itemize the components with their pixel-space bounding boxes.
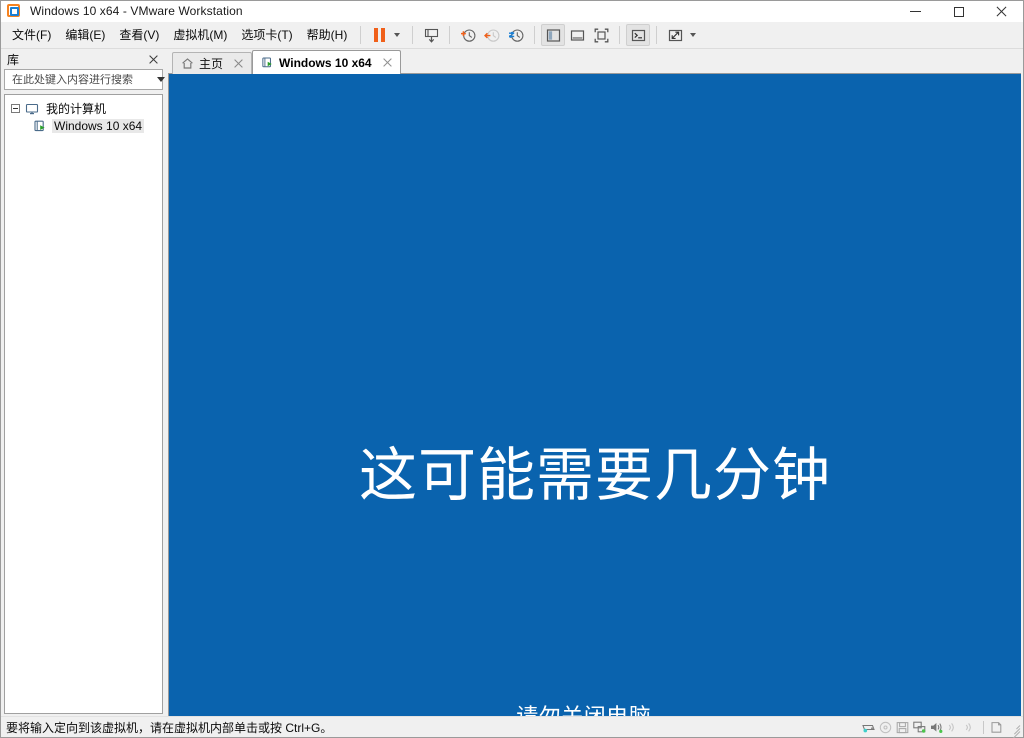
tab-windows-10-x64[interactable]: Windows 10 x64 bbox=[252, 50, 401, 74]
snapshot-revert-icon bbox=[483, 28, 500, 42]
toolbar-separator bbox=[360, 26, 362, 44]
window-title: Windows 10 x64 - VMware Workstation bbox=[30, 4, 243, 18]
usb-device-2-icon[interactable] bbox=[962, 719, 979, 736]
minimize-icon bbox=[910, 11, 921, 12]
vm-settings-icon bbox=[424, 28, 438, 43]
network-adapter-icon[interactable] bbox=[911, 719, 928, 736]
menu-edit[interactable]: 编辑(E) bbox=[58, 25, 112, 45]
toolbar-separator bbox=[534, 26, 536, 44]
tab-strip: 主页 Windows 10 x64 bbox=[168, 49, 1021, 74]
tree-item-my-computer[interactable]: 我的计算机 bbox=[5, 100, 162, 117]
vmware-workstation-window: Windows 10 x64 - VMware Workstation 文件(F… bbox=[0, 0, 1024, 738]
status-separator bbox=[983, 720, 984, 734]
tab-label: Windows 10 x64 bbox=[279, 55, 372, 70]
stretch-dropdown-chevron-down-icon[interactable] bbox=[690, 33, 697, 37]
manage-vm-button[interactable] bbox=[419, 24, 443, 46]
toolbar-separator bbox=[656, 26, 658, 44]
revert-snapshot-button[interactable] bbox=[480, 24, 504, 46]
show-thumbnail-bar-button[interactable] bbox=[565, 24, 589, 46]
title-bar: Windows 10 x64 - VMware Workstation bbox=[1, 1, 1023, 22]
expander-collapse-icon[interactable] bbox=[11, 104, 20, 113]
show-library-button[interactable] bbox=[541, 24, 566, 46]
usb-device-1-icon[interactable] bbox=[945, 719, 962, 736]
sound-card-icon[interactable] bbox=[928, 719, 945, 736]
search-input[interactable] bbox=[8, 73, 154, 86]
oobe-subtext: 请勿关闭电脑。 bbox=[169, 699, 1021, 716]
toolbar-group-view bbox=[541, 24, 613, 46]
stretch-icon bbox=[668, 29, 682, 41]
tab-close-icon[interactable] bbox=[381, 56, 394, 69]
close-button[interactable] bbox=[980, 1, 1023, 22]
toolbar-group-stretch bbox=[663, 24, 702, 46]
toolbar-group-vm-settings bbox=[419, 24, 443, 46]
cd-dvd-icon[interactable] bbox=[877, 719, 894, 736]
library-panel-icon bbox=[546, 28, 560, 42]
hard-disk-icon[interactable] bbox=[860, 719, 877, 736]
toolbar-separator bbox=[449, 26, 451, 44]
vm-running-icon bbox=[33, 119, 47, 133]
library-title: 库 bbox=[7, 52, 20, 67]
console-view-button[interactable] bbox=[626, 24, 651, 46]
home-icon bbox=[182, 58, 193, 69]
suspend-button[interactable] bbox=[367, 24, 391, 46]
monitor-icon bbox=[25, 102, 39, 116]
library-sidebar: 库 在此处键入内容进行搜索 我的计算机 Windows 10 x64 bbox=[1, 49, 168, 716]
tree-item-label: 我的计算机 bbox=[46, 102, 107, 116]
close-icon bbox=[996, 6, 1007, 17]
menu-help[interactable]: 帮助(H) bbox=[300, 25, 355, 45]
snapshot-manager-button[interactable] bbox=[504, 24, 528, 46]
toolbar-group-snapshots bbox=[456, 24, 528, 46]
snapshot-manager-icon bbox=[508, 28, 524, 42]
content-area: 主页 Windows 10 x64 这可能需要几分钟 请勿关闭电脑。 bbox=[168, 49, 1023, 716]
tab-close-icon[interactable] bbox=[232, 57, 245, 70]
window-controls bbox=[894, 1, 1023, 22]
power-dropdown-chevron-down-icon[interactable] bbox=[394, 33, 401, 37]
vm-running-icon bbox=[262, 57, 272, 68]
maximize-icon bbox=[953, 6, 964, 17]
status-message: 要将输入定向到该虚拟机，请在虚拟机内部单击或按 Ctrl+G。 bbox=[6, 720, 333, 735]
tree-item-windows-10-x64[interactable]: Windows 10 x64 bbox=[5, 117, 162, 134]
menu-vm[interactable]: 虚拟机(M) bbox=[166, 25, 234, 45]
library-close-icon[interactable] bbox=[147, 52, 161, 66]
full-screen-button[interactable] bbox=[589, 24, 613, 46]
menu-file[interactable]: 文件(F) bbox=[5, 25, 58, 45]
printer-icon[interactable] bbox=[988, 719, 1005, 736]
tab-home[interactable]: 主页 bbox=[172, 52, 253, 74]
toolbar-group-power bbox=[367, 24, 406, 46]
pause-icon bbox=[373, 28, 385, 42]
stretch-view-button[interactable] bbox=[663, 24, 687, 46]
menu-toolbar-row: 文件(F) 编辑(E) 查看(V) 虚拟机(M) 选项卡(T) 帮助(H) bbox=[1, 22, 1023, 49]
library-header: 库 bbox=[2, 49, 165, 69]
search-chevron-down-icon[interactable] bbox=[157, 77, 165, 82]
minimize-button[interactable] bbox=[894, 1, 937, 22]
maximize-button[interactable] bbox=[937, 1, 980, 22]
tab-label: 主页 bbox=[199, 57, 224, 71]
resize-grip-icon[interactable] bbox=[1007, 720, 1021, 738]
library-tree[interactable]: 我的计算机 Windows 10 x64 bbox=[4, 94, 163, 714]
take-snapshot-button[interactable] bbox=[456, 24, 480, 46]
vm-console-screen[interactable]: 这可能需要几分钟 请勿关闭电脑。 bbox=[168, 74, 1021, 716]
oobe-headline: 这可能需要几分钟 bbox=[358, 441, 831, 509]
vmware-logo-icon bbox=[6, 3, 22, 19]
status-device-icons bbox=[860, 719, 1023, 738]
floppy-icon[interactable] bbox=[894, 719, 911, 736]
menu-view[interactable]: 查看(V) bbox=[112, 25, 166, 45]
main-body: 库 在此处键入内容进行搜索 我的计算机 Windows 10 x64 主页 Wi… bbox=[1, 49, 1023, 716]
toolbar-group-console bbox=[626, 24, 651, 46]
tree-item-label: Windows 10 x64 bbox=[52, 118, 145, 133]
fullscreen-icon bbox=[594, 28, 609, 42]
snapshot-add-icon bbox=[460, 28, 476, 42]
library-search-box[interactable] bbox=[4, 69, 165, 90]
console-icon bbox=[631, 29, 645, 41]
thumbnail-bar-icon bbox=[570, 29, 584, 41]
toolbar-separator bbox=[412, 26, 414, 44]
menu-tabs[interactable]: 选项卡(T) bbox=[234, 25, 299, 45]
toolbar-separator bbox=[619, 26, 621, 44]
status-bar: 要将输入定向到该虚拟机，请在虚拟机内部单击或按 Ctrl+G。 bbox=[1, 716, 1023, 738]
